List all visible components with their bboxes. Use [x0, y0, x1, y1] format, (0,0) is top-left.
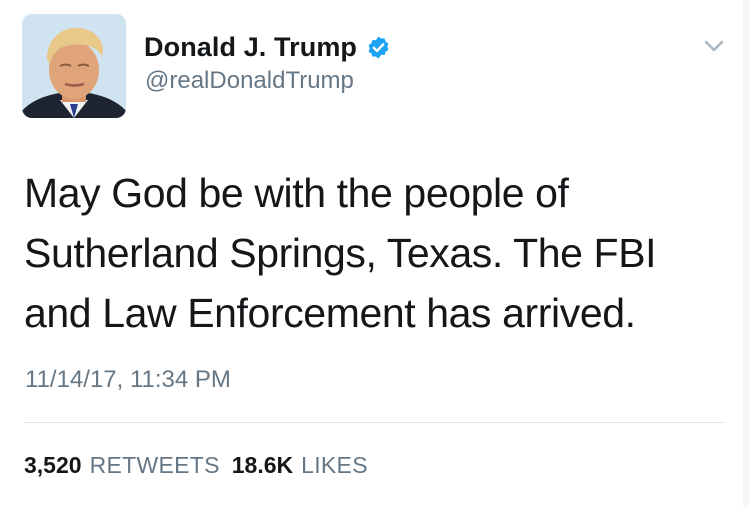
author-display-name[interactable]: Donald J. Trump: [144, 32, 357, 63]
author-name-row: Donald J. Trump: [144, 30, 391, 64]
verified-badge-icon: [366, 35, 391, 60]
profile-photo-icon: [22, 14, 126, 118]
chevron-down-icon[interactable]: [703, 38, 725, 54]
divider: [24, 422, 725, 423]
likes-label: LIKES: [301, 452, 368, 478]
tweet-text: May God be with the people of Sutherland…: [24, 170, 657, 336]
likes-count: 18.6K: [231, 452, 294, 478]
retweets-label: RETWEETS: [89, 452, 220, 478]
tweet-card: Donald J. Trump @realDonaldTrump May God…: [0, 0, 749, 508]
tweet-stats: 3,520 RETWEETS 18.6K LIKES: [24, 452, 380, 479]
scrollbar-track: [743, 0, 749, 508]
likes-stat[interactable]: 18.6K LIKES: [232, 452, 368, 479]
retweets-stat[interactable]: 3,520 RETWEETS: [24, 452, 220, 479]
tweet-timestamp[interactable]: 11/14/17, 11:34 PM: [25, 366, 231, 394]
retweets-count: 3,520: [24, 452, 82, 478]
author-handle[interactable]: @realDonaldTrump: [145, 67, 354, 95]
avatar[interactable]: [22, 14, 126, 118]
